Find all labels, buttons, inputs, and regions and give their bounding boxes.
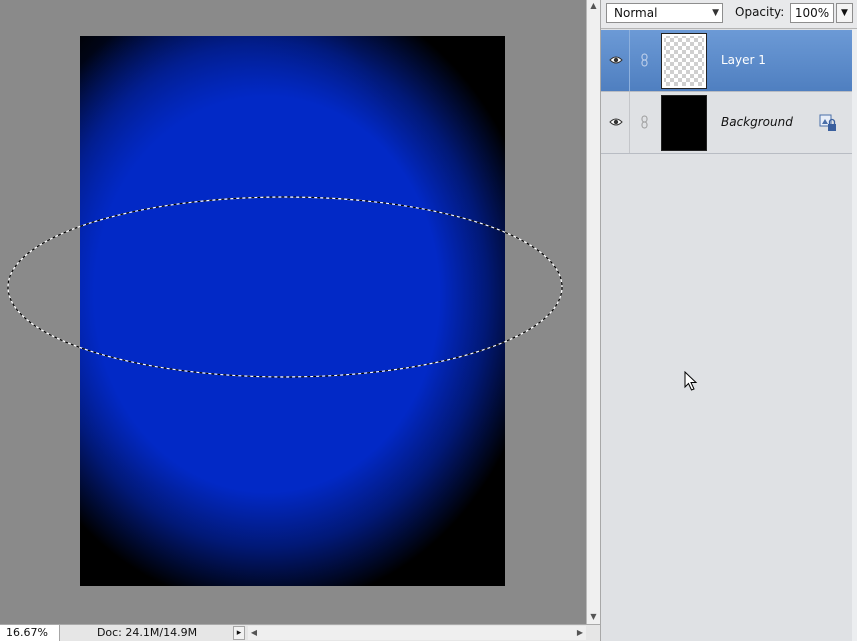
layers-panel-toolbar: Normal ▼ Opacity: 100% ▼ [601, 0, 857, 29]
layers-panel-scrollbar[interactable] [852, 29, 857, 641]
scroll-up-icon[interactable]: ▲ [587, 0, 600, 12]
visibility-toggle[interactable] [601, 92, 630, 153]
status-bar: 16.67% Doc: 24.1M/14.9M ▸ ◀ ▶ [0, 624, 600, 641]
blend-mode-value: Normal [614, 6, 658, 20]
layer-link-toggle[interactable] [631, 30, 659, 91]
eye-icon [609, 118, 623, 126]
layer-thumbnail[interactable] [661, 33, 707, 89]
opacity-input[interactable]: 100% [790, 3, 834, 23]
horizontal-scrollbar[interactable]: ◀ ▶ [248, 626, 586, 640]
chain-link-icon [641, 53, 648, 67]
blend-mode-select[interactable]: Normal ▼ [606, 3, 723, 23]
opacity-dropdown-button[interactable]: ▼ [836, 3, 853, 23]
layer-name[interactable]: Layer 1 [721, 53, 766, 67]
blue-gradient-fill [80, 36, 505, 586]
layer-row-layer-1[interactable]: Layer 1 [601, 30, 852, 92]
document-size-info: Doc: 24.1M/14.9M [96, 626, 198, 639]
visibility-toggle[interactable] [601, 30, 630, 91]
status-menu-arrow-icon[interactable]: ▸ [233, 626, 245, 640]
chevron-down-icon: ▼ [712, 8, 719, 18]
lock-icon[interactable] [819, 114, 837, 132]
eye-icon [609, 56, 623, 64]
scroll-down-icon[interactable]: ▼ [587, 611, 600, 623]
zoom-level-field[interactable]: 16.67% [0, 625, 60, 641]
scroll-left-icon[interactable]: ◀ [248, 626, 260, 640]
vertical-scrollbar[interactable]: ▲ ▼ [586, 0, 600, 624]
layer-name[interactable]: Background [721, 115, 793, 129]
opacity-label: Opacity: [735, 5, 785, 19]
document-canvas[interactable] [80, 36, 505, 586]
canvas-workspace[interactable] [0, 0, 586, 624]
layers-panel: Normal ▼ Opacity: 100% ▼ Layer 1 Backgro… [600, 0, 857, 641]
chain-link-icon [641, 115, 648, 129]
layer-row-background[interactable]: Background [601, 92, 852, 154]
scroll-right-icon[interactable]: ▶ [574, 626, 586, 640]
layer-thumbnail[interactable] [661, 95, 707, 151]
layer-link-toggle[interactable] [631, 92, 659, 153]
